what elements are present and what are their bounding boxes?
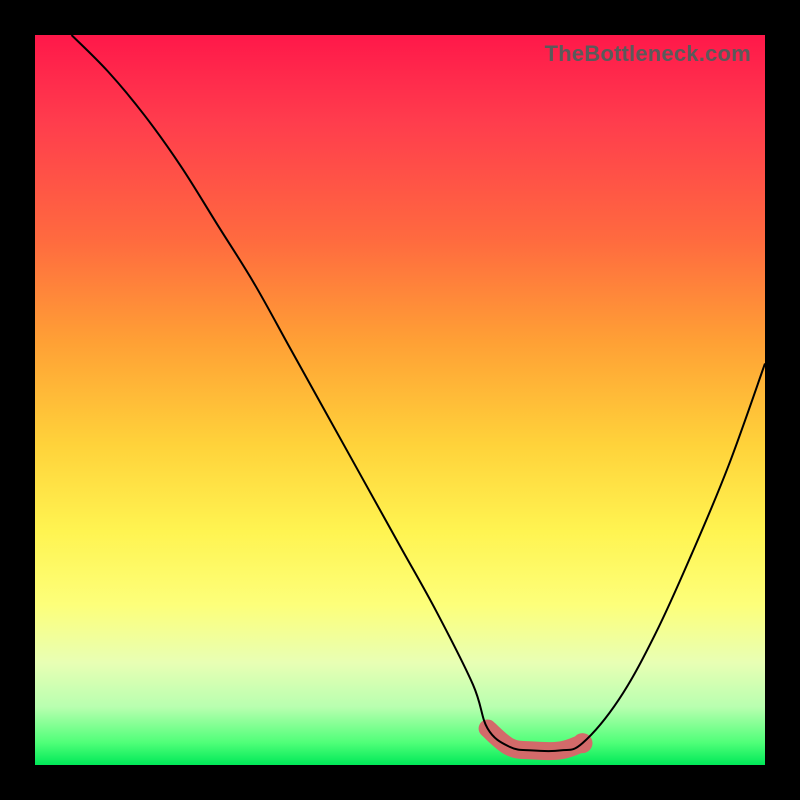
optimal-range-highlight [488,729,583,752]
plot-area: TheBottleneck.com [35,35,765,765]
bottleneck-curve [72,35,766,751]
bottleneck-curve-svg [35,35,765,765]
chart-frame: TheBottleneck.com [0,0,800,800]
